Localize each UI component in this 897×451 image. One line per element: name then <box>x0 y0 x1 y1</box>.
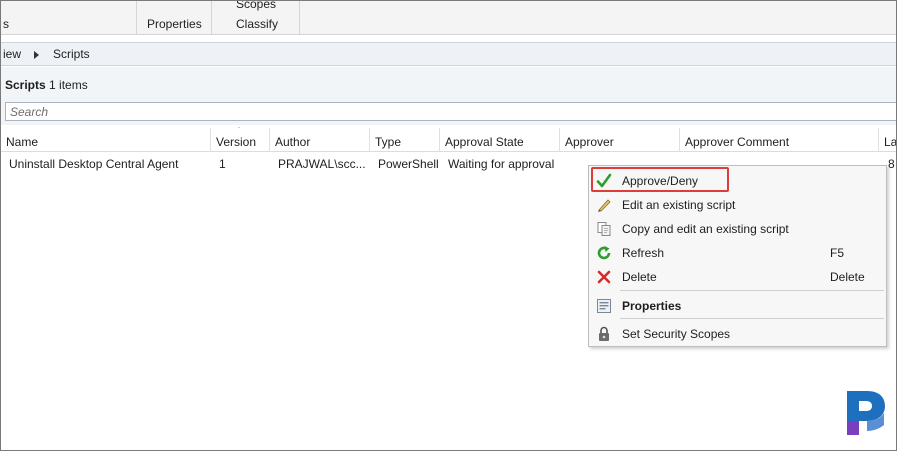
menu-item-set-security-scopes[interactable]: Set Security Scopes <box>589 322 886 346</box>
breadcrumb: iew Scripts <box>1 42 896 66</box>
highlight-annotation <box>591 167 729 192</box>
column-header-last[interactable]: La <box>879 128 896 152</box>
column-header-approval-state[interactable]: Approval State <box>440 128 560 152</box>
column-header-approver[interactable]: Approver <box>560 128 680 152</box>
menu-item-copy-edit-script[interactable]: Copy and edit an existing script <box>589 217 886 241</box>
pencil-icon <box>596 197 612 213</box>
cell-last: 8 <box>888 157 895 171</box>
menu-item-label: Delete <box>622 270 657 284</box>
page-title-name: Scripts <box>5 78 46 92</box>
ribbon-label-partial: s <box>3 17 9 31</box>
cell-author: PRAJWAL\scc... <box>278 157 366 171</box>
context-menu: Approve/Deny Edit an existing script Cop… <box>588 165 887 347</box>
delete-icon <box>596 269 612 285</box>
classify-button[interactable]: Classify <box>236 17 278 31</box>
menu-item-shortcut: Delete <box>830 270 865 284</box>
menu-item-label: Edit an existing script <box>622 198 736 212</box>
refresh-icon <box>596 245 612 261</box>
cell-type: PowerShell <box>378 157 439 171</box>
cell-approval-state: Waiting for approval <box>448 157 555 171</box>
breadcrumb-item-scripts[interactable]: Scripts <box>53 47 90 61</box>
column-header-author[interactable]: Author <box>270 128 370 152</box>
search-input[interactable] <box>5 102 896 121</box>
menu-item-label: Set Security Scopes <box>622 327 731 341</box>
set-security-scopes-button[interactable]: Scopes <box>236 1 276 11</box>
menu-separator <box>620 290 884 291</box>
menu-item-label: Properties <box>622 299 682 313</box>
copy-icon <box>596 221 612 237</box>
panel-header: Scripts 1 items <box>1 67 896 125</box>
column-header-name[interactable]: Name <box>1 128 211 152</box>
column-header-version[interactable]: Version <box>211 128 270 152</box>
breadcrumb-item-overview[interactable]: iew <box>3 47 21 61</box>
brand-logo <box>839 385 891 441</box>
menu-separator <box>620 318 884 319</box>
column-header-approver-comment[interactable]: Approver Comment <box>680 128 879 152</box>
ribbon-group-left: s <box>1 1 137 35</box>
page-title: Scripts 1 items <box>5 78 88 92</box>
column-header-type[interactable]: Type <box>370 128 440 152</box>
properties-icon <box>596 298 612 314</box>
ribbon: s Properties Scopes Classify <box>1 1 896 35</box>
ribbon-group-classify: Scopes Classify <box>212 1 300 35</box>
properties-label: Properties <box>147 17 202 31</box>
cell-name: Uninstall Desktop Central Agent <box>9 157 179 171</box>
menu-item-label: Copy and edit an existing script <box>622 222 789 236</box>
menu-item-delete[interactable]: Delete Delete <box>589 265 886 289</box>
properties-button[interactable]: Properties <box>137 1 212 35</box>
grid-header: Name Version Author Type Approval State … <box>1 128 896 152</box>
menu-item-properties[interactable]: Properties <box>589 294 886 318</box>
breadcrumb-separator-icon[interactable] <box>34 51 39 59</box>
menu-item-shortcut: F5 <box>830 246 845 260</box>
app-window: s Properties Scopes Classify iew Scripts… <box>0 0 897 451</box>
menu-item-refresh[interactable]: Refresh F5 <box>589 241 886 265</box>
menu-item-label: Refresh <box>622 246 665 260</box>
item-count: 1 items <box>49 78 88 92</box>
lock-icon <box>596 326 612 342</box>
menu-item-edit-script[interactable]: Edit an existing script <box>589 193 886 217</box>
cell-version: 1 <box>219 157 226 171</box>
